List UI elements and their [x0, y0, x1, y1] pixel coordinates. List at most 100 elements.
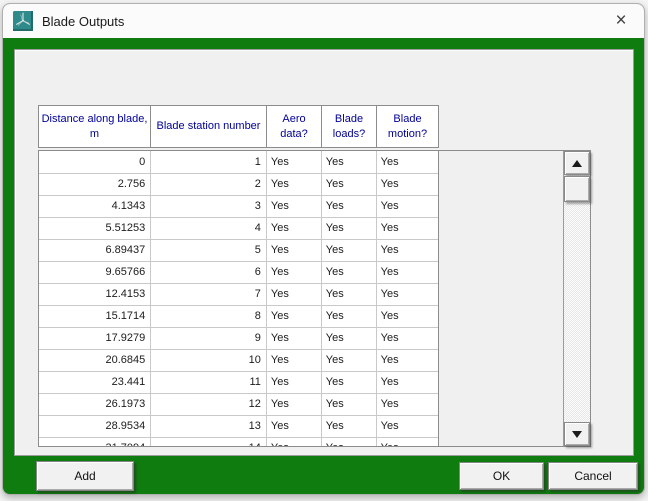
table-cell[interactable]: 31.7094: [39, 437, 151, 446]
header-loads: Blade loads?: [322, 106, 377, 148]
table-row: 6.894375YesYesYes: [39, 239, 438, 261]
table-row: 01YesYesYes: [39, 151, 438, 173]
table-cell[interactable]: Yes: [376, 283, 438, 305]
table-cell[interactable]: Yes: [321, 305, 376, 327]
table-cell[interactable]: 9.65766: [39, 261, 151, 283]
ok-button[interactable]: OK: [459, 462, 544, 490]
table-cell[interactable]: Yes: [376, 195, 438, 217]
table-cell[interactable]: Yes: [321, 239, 376, 261]
close-icon[interactable]: ×: [598, 4, 644, 38]
table-row: 15.17148YesYesYes: [39, 305, 438, 327]
table-cell[interactable]: Yes: [266, 261, 321, 283]
table-cell[interactable]: 14: [151, 437, 267, 446]
table-cell[interactable]: 6.89437: [39, 239, 151, 261]
table-cell[interactable]: 5: [151, 239, 267, 261]
table-cell[interactable]: 9: [151, 327, 267, 349]
table-cell[interactable]: Yes: [266, 195, 321, 217]
table-row: 17.92799YesYesYes: [39, 327, 438, 349]
scroll-up-button[interactable]: [564, 151, 590, 175]
table-cell[interactable]: Yes: [266, 173, 321, 195]
table-cell[interactable]: 12.4153: [39, 283, 151, 305]
table-cell[interactable]: Yes: [266, 393, 321, 415]
app-icon: [13, 11, 33, 31]
table-row: 4.13433YesYesYes: [39, 195, 438, 217]
scroll-down-button[interactable]: [564, 422, 590, 446]
table-cell[interactable]: Yes: [266, 327, 321, 349]
table-cell[interactable]: Yes: [321, 327, 376, 349]
header-aero: Aero data?: [267, 106, 322, 148]
header-distance: Distance along blade, m: [39, 106, 151, 148]
content-panel: Distance along blade, m Blade station nu…: [14, 49, 634, 456]
table-cell[interactable]: Yes: [321, 349, 376, 371]
table-cell[interactable]: Yes: [376, 437, 438, 446]
table-cell[interactable]: Yes: [266, 437, 321, 446]
table-cell[interactable]: 13: [151, 415, 267, 437]
table-cell[interactable]: 5.51253: [39, 217, 151, 239]
table-cell[interactable]: 7: [151, 283, 267, 305]
table-cell[interactable]: Yes: [266, 239, 321, 261]
table-cell[interactable]: Yes: [321, 173, 376, 195]
triangle-down-icon: [572, 431, 582, 438]
table-cell[interactable]: Yes: [376, 305, 438, 327]
table-cell[interactable]: 12: [151, 393, 267, 415]
table-cell[interactable]: Yes: [321, 195, 376, 217]
table-cell[interactable]: Yes: [266, 151, 321, 173]
table-cell[interactable]: 28.9534: [39, 415, 151, 437]
table-cell[interactable]: 2: [151, 173, 267, 195]
table-cell[interactable]: 20.6845: [39, 349, 151, 371]
cancel-button[interactable]: Cancel: [548, 462, 638, 490]
table-cell[interactable]: 2.756: [39, 173, 151, 195]
table-cell[interactable]: 1: [151, 151, 267, 173]
table-cell[interactable]: 6: [151, 261, 267, 283]
header-station: Blade station number: [151, 106, 267, 148]
table-cell[interactable]: Yes: [266, 371, 321, 393]
table-body: 01YesYesYes2.7562YesYesYes4.13433YesYesY…: [39, 151, 438, 446]
grid-data-region: 01YesYesYes2.7562YesYesYes4.13433YesYesY…: [38, 150, 591, 447]
table-cell[interactable]: Yes: [266, 305, 321, 327]
grid-data-table: 01YesYesYes2.7562YesYesYes4.13433YesYesY…: [39, 151, 438, 446]
table-cell[interactable]: Yes: [321, 217, 376, 239]
table-cell[interactable]: Yes: [321, 151, 376, 173]
table-cell[interactable]: Yes: [321, 393, 376, 415]
table-cell[interactable]: 4.1343: [39, 195, 151, 217]
table-cell[interactable]: 26.1973: [39, 393, 151, 415]
table-cell[interactable]: Yes: [376, 393, 438, 415]
table-row: 28.953413YesYesYes: [39, 415, 438, 437]
table-cell[interactable]: 11: [151, 371, 267, 393]
table-cell[interactable]: Yes: [376, 217, 438, 239]
table-cell[interactable]: 3: [151, 195, 267, 217]
table-cell[interactable]: Yes: [266, 283, 321, 305]
table-cell[interactable]: Yes: [376, 151, 438, 173]
vertical-scrollbar[interactable]: [563, 151, 590, 446]
table-cell[interactable]: 0: [39, 151, 151, 173]
header-motion: Blade motion?: [377, 106, 439, 148]
table-cell[interactable]: 4: [151, 217, 267, 239]
table-cell[interactable]: Yes: [266, 415, 321, 437]
table-cell[interactable]: Yes: [321, 261, 376, 283]
table-cell[interactable]: Yes: [376, 173, 438, 195]
table-cell[interactable]: 17.9279: [39, 327, 151, 349]
scrollbar-thumb[interactable]: [564, 176, 590, 202]
table-cell[interactable]: Yes: [376, 371, 438, 393]
table-cell[interactable]: 15.1714: [39, 305, 151, 327]
add-button[interactable]: Add: [36, 461, 134, 491]
table-cell[interactable]: Yes: [376, 261, 438, 283]
table-cell[interactable]: Yes: [376, 415, 438, 437]
table-cell[interactable]: Yes: [376, 327, 438, 349]
grid-header: Distance along blade, m Blade station nu…: [38, 105, 439, 148]
table-cell[interactable]: Yes: [376, 239, 438, 261]
table-cell[interactable]: Yes: [321, 415, 376, 437]
table-cell[interactable]: Yes: [266, 349, 321, 371]
table-cell[interactable]: 8: [151, 305, 267, 327]
table-cell[interactable]: Yes: [266, 217, 321, 239]
table-row: 12.41537YesYesYes: [39, 283, 438, 305]
table-cell[interactable]: Yes: [376, 349, 438, 371]
table-cell[interactable]: Yes: [321, 371, 376, 393]
table-row: 31.709414YesYesYes: [39, 437, 438, 446]
table-cell[interactable]: 23.441: [39, 371, 151, 393]
table-cell[interactable]: Yes: [321, 437, 376, 446]
triangle-up-icon: [572, 160, 582, 167]
table-cell[interactable]: 10: [151, 349, 267, 371]
header-row: Distance along blade, m Blade station nu…: [39, 106, 439, 148]
table-cell[interactable]: Yes: [321, 283, 376, 305]
